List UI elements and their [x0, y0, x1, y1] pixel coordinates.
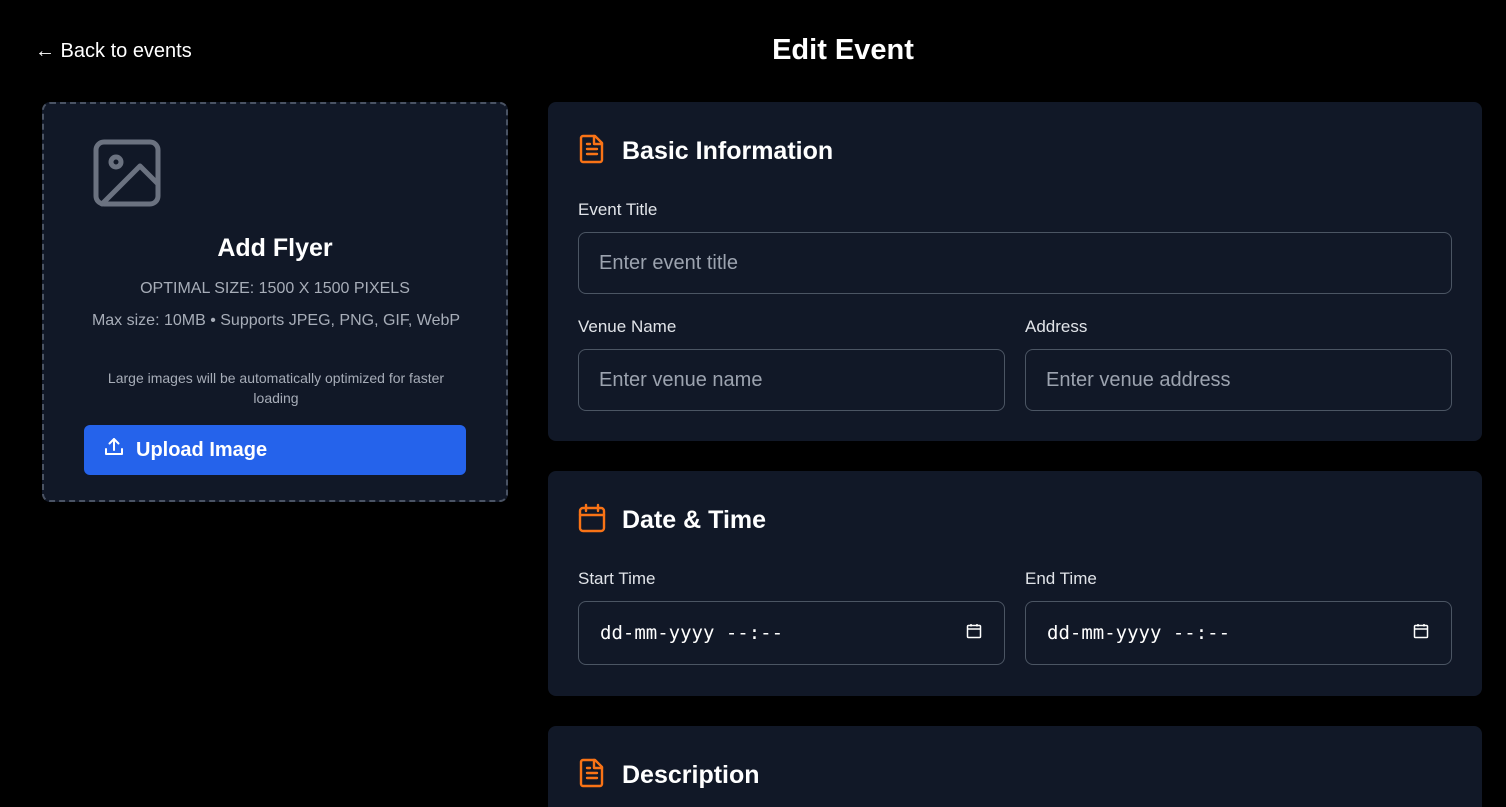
flyer-dropzone[interactable]: Add Flyer OPTIMAL SIZE: 1500 X 1500 PIXE…: [42, 102, 508, 502]
description-card: Description: [548, 726, 1482, 807]
upload-image-label: Upload Image: [136, 438, 268, 461]
venue-name-input[interactable]: [578, 349, 1005, 411]
flyer-title: Add Flyer: [217, 234, 333, 262]
date-time-card: Date & Time Start Time dd-mm-yyyy --:-- …: [548, 471, 1482, 696]
address-input[interactable]: [1025, 349, 1452, 411]
document-icon: [578, 758, 606, 793]
start-time-value: dd-mm-yyyy --:--: [600, 622, 784, 644]
flyer-optimal-size: OPTIMAL SIZE: 1500 X 1500 PIXELS: [140, 280, 410, 297]
calendar-picker-icon[interactable]: [1413, 623, 1429, 644]
address-label: Address: [1025, 317, 1088, 336]
end-time-label: End Time: [1025, 569, 1097, 588]
start-time-label: Start Time: [578, 569, 656, 588]
upload-icon: [104, 437, 124, 463]
flyer-max-size: Max size: 10MB • Supports JPEG, PNG, GIF…: [91, 312, 461, 329]
page-title: Edit Event: [772, 34, 914, 66]
end-time-value: dd-mm-yyyy --:--: [1047, 622, 1231, 644]
calendar-icon: [578, 503, 606, 538]
calendar-picker-icon[interactable]: [966, 623, 982, 644]
upload-image-button[interactable]: Upload Image: [84, 425, 466, 475]
start-time-input[interactable]: dd-mm-yyyy --:--: [578, 601, 1005, 665]
end-time-input[interactable]: dd-mm-yyyy --:--: [1025, 601, 1452, 665]
date-time-title: Date & Time: [622, 506, 767, 534]
basic-information-card: Basic Information Event Title Venue Name…: [548, 102, 1482, 441]
document-icon: [578, 134, 606, 169]
basic-information-title: Basic Information: [622, 137, 834, 165]
venue-name-label: Venue Name: [578, 317, 677, 336]
flyer-optimize-note: Large images will be automatically optim…: [107, 370, 445, 406]
event-title-input[interactable]: [578, 232, 1452, 294]
event-title-label: Event Title: [578, 200, 658, 219]
description-title: Description: [622, 761, 760, 789]
image-icon: [92, 138, 164, 215]
